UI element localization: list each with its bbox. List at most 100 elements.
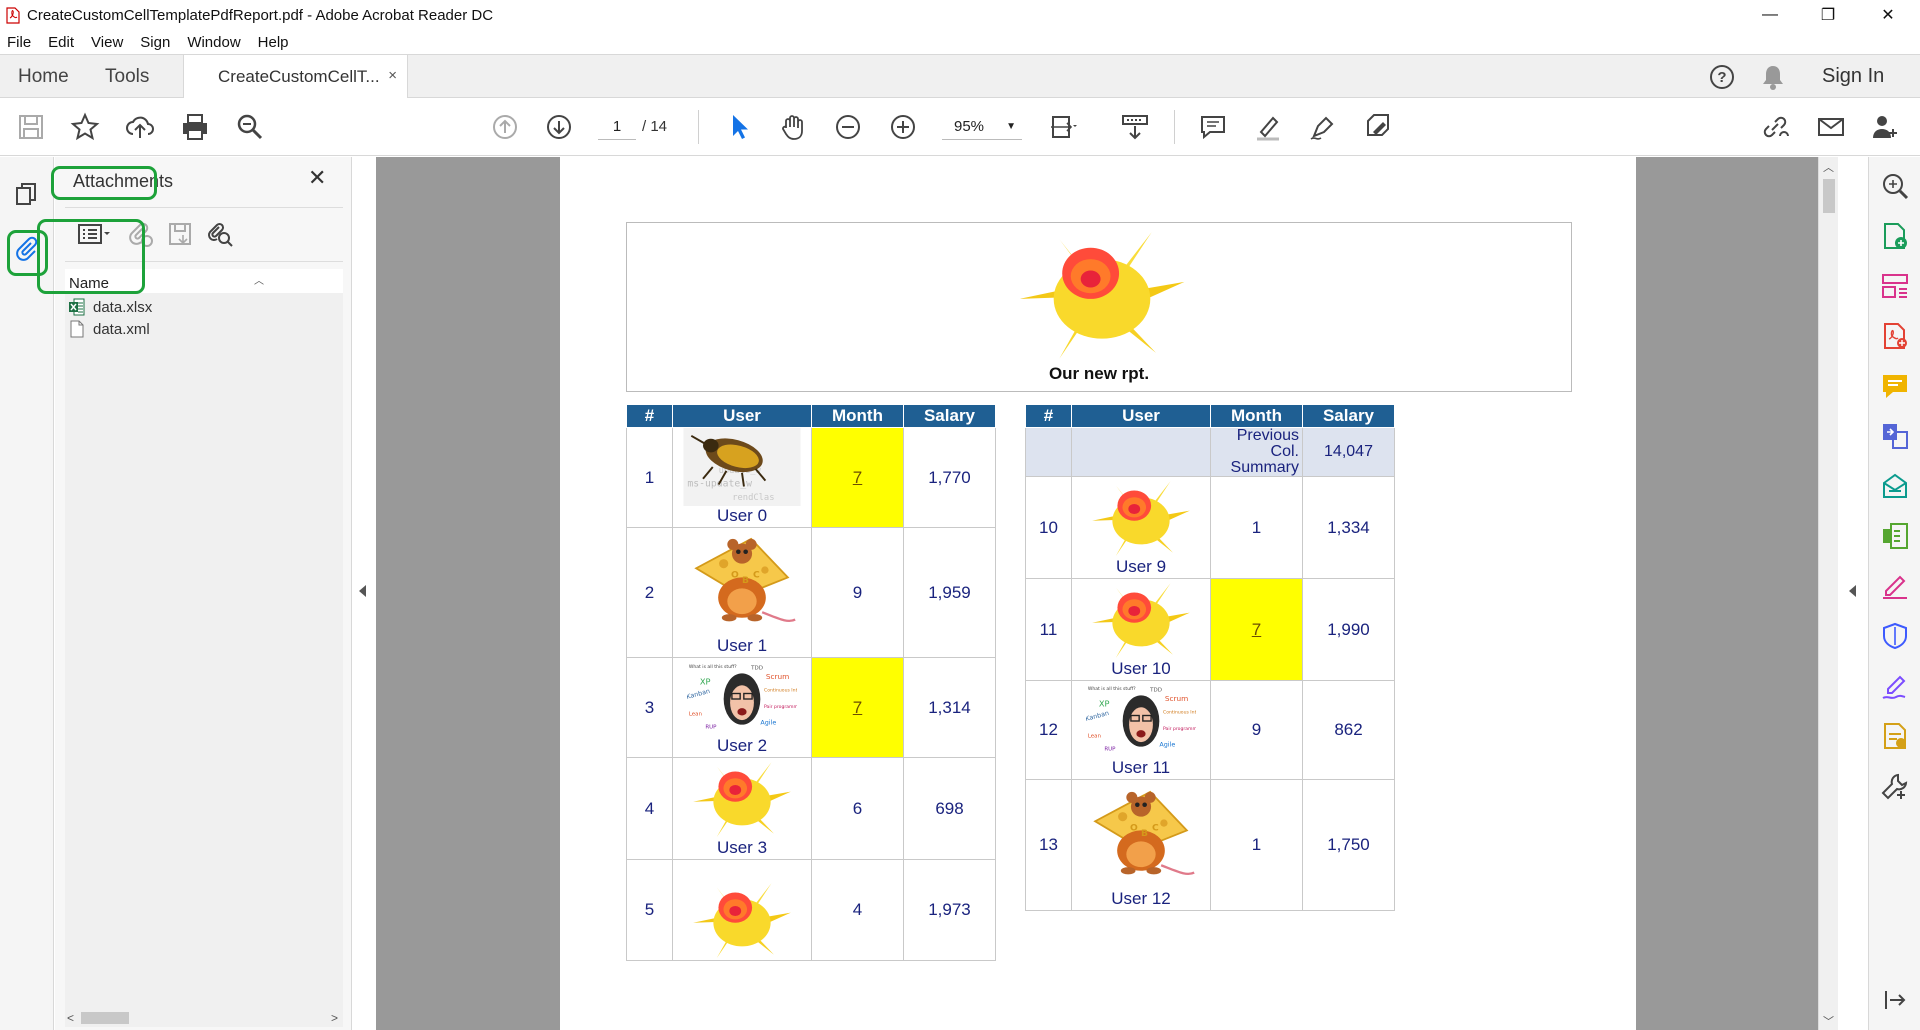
close-window-button[interactable]: ✕ (1860, 0, 1916, 30)
request-signature-icon[interactable] (1880, 671, 1910, 701)
month-cell: 7 (1210, 578, 1303, 681)
list-item[interactable]: data.xlsx (69, 295, 152, 319)
row-number: 10 (1025, 476, 1072, 579)
column-header-label: Name (69, 275, 110, 292)
document-viewport[interactable]: Our new rpt. # User Month Salary 1 class… (376, 157, 1818, 1030)
save-icon[interactable] (14, 110, 48, 144)
horizontal-scrollbar[interactable]: < > (65, 1009, 343, 1027)
column-header-name[interactable]: Name ︿ (65, 269, 343, 293)
tab-tools[interactable]: Tools (105, 55, 149, 98)
close-tab-button[interactable]: × (388, 67, 397, 84)
combine-files-icon[interactable] (1880, 421, 1910, 451)
close-panel-button[interactable]: ✕ (308, 165, 326, 191)
page-number-input[interactable]: 1 (598, 114, 636, 140)
pdf-file-icon (6, 6, 20, 24)
attachments-paperclip-icon[interactable] (8, 229, 46, 267)
zoom-out-icon[interactable] (831, 110, 865, 144)
pdf-page: Our new rpt. # User Month Salary 1 class… (560, 157, 1636, 1030)
search-attachment-icon[interactable] (205, 219, 235, 249)
prepare-form-icon[interactable] (1880, 721, 1910, 751)
more-tools-wrench-icon[interactable] (1880, 771, 1910, 801)
table-row: 12 What is all this stuff? TDD XP Scrum … (1025, 680, 1395, 780)
protect-shield-icon[interactable] (1880, 621, 1910, 651)
month-value: 4 (852, 900, 863, 919)
create-pdf-icon[interactable] (1880, 321, 1910, 351)
tab-bar: Home Tools CreateCustomCellT... × ? Sign… (0, 54, 1920, 99)
cloud-upload-icon[interactable] (123, 110, 157, 144)
scroll-up-arrow-icon[interactable]: ︿ (1823, 159, 1834, 175)
salary-cell: 1,973 (903, 859, 996, 961)
fit-page-icon[interactable] (1046, 110, 1080, 144)
column-header-number: # (1025, 404, 1072, 428)
hand-tool-icon[interactable] (776, 110, 810, 144)
right-panel-collapse-gutter[interactable] (1838, 157, 1868, 1030)
search-zoom-icon[interactable] (233, 110, 267, 144)
options-list-icon[interactable] (73, 219, 115, 249)
notifications-bell-icon[interactable] (1760, 55, 1786, 98)
collapse-tools-pane-icon[interactable] (1880, 985, 1910, 1015)
attachment-file-name: data.xml (93, 320, 150, 338)
salary-cell: 862 (1302, 680, 1395, 780)
email-icon[interactable] (1814, 110, 1848, 144)
svg-text:Agile: Agile (1159, 741, 1175, 749)
menu-sign[interactable]: Sign (140, 34, 170, 51)
page-thumbnails-icon[interactable] (8, 175, 46, 213)
organize-pages-icon[interactable] (1880, 271, 1910, 301)
menu-window[interactable]: Window (187, 34, 240, 51)
menu-help[interactable]: Help (258, 34, 289, 51)
scroll-down-arrow-icon[interactable]: ﹀ (1823, 1013, 1834, 1029)
vertical-scrollbar[interactable]: ︿ ﹀ (1818, 157, 1838, 1030)
send-for-review-icon[interactable] (1880, 471, 1910, 501)
zoom-level-select[interactable]: 95% ▼ (942, 114, 1022, 140)
select-arrow-icon[interactable] (722, 110, 756, 144)
minimize-button[interactable]: — (1742, 0, 1798, 30)
print-icon[interactable] (178, 110, 212, 144)
draw-pen-icon[interactable] (1306, 110, 1340, 144)
bookmark-star-icon[interactable] (68, 110, 102, 144)
svg-text:XP: XP (700, 676, 711, 686)
scrollbar-thumb[interactable] (81, 1012, 129, 1024)
menu-bar: File Edit View Sign Window Help (0, 30, 1920, 54)
zoom-search-tool-icon[interactable] (1880, 171, 1910, 201)
add-user-icon[interactable] (1868, 110, 1902, 144)
save-attachment-icon[interactable] (165, 219, 195, 249)
expand-right-panel-arrow-icon[interactable] (1849, 585, 1856, 597)
menu-edit[interactable]: Edit (48, 34, 74, 51)
attachments-panel: Attachments ✕ Name ︿ data.xlsx data.xml … (55, 157, 352, 1030)
export-pdf-icon[interactable] (1880, 221, 1910, 251)
month-cell: 4 (811, 859, 904, 961)
svg-text:Scrum: Scrum (1165, 694, 1188, 703)
next-page-icon[interactable] (542, 110, 576, 144)
restore-button[interactable]: ❐ (1800, 0, 1856, 30)
list-item[interactable]: data.xml (69, 317, 150, 341)
tab-home[interactable]: Home (18, 55, 69, 98)
share-link-icon[interactable] (1758, 110, 1792, 144)
scroll-mode-icon[interactable] (1118, 110, 1152, 144)
svg-text:XP: XP (1099, 698, 1110, 708)
sort-caret-icon: ︿ (254, 276, 264, 287)
help-icon[interactable]: ? (1708, 55, 1736, 98)
column-header-user: User (1071, 404, 1211, 428)
zoom-in-icon[interactable] (886, 110, 920, 144)
daffodil-image (693, 883, 791, 959)
panel-divider (65, 207, 343, 208)
summary-empty-cell (1071, 427, 1211, 477)
previous-page-icon[interactable] (488, 110, 522, 144)
add-attachment-icon[interactable] (125, 219, 155, 249)
menu-view[interactable]: View (91, 34, 123, 51)
sign-in-button[interactable]: Sign In (1822, 55, 1884, 98)
tab-document[interactable]: CreateCustomCellT... × (183, 55, 408, 99)
scrollbar-thumb[interactable] (1823, 179, 1835, 213)
scroll-left-arrow-icon[interactable]: < (67, 1009, 74, 1027)
menu-file[interactable]: File (7, 34, 31, 51)
comment-tool-icon[interactable] (1880, 371, 1910, 401)
left-panel-collapse-gutter[interactable] (352, 157, 376, 1030)
main-toolbar: 1 / 14 95% ▼ (0, 98, 1920, 156)
compress-pdf-icon[interactable] (1880, 521, 1910, 551)
comment-icon[interactable] (1196, 110, 1230, 144)
collapse-left-arrow-icon[interactable] (359, 585, 366, 597)
fill-and-sign-icon[interactable] (1880, 571, 1910, 601)
highlight-pen-icon[interactable] (1251, 110, 1285, 144)
fill-sign-icon[interactable] (1361, 110, 1395, 144)
scroll-right-arrow-icon[interactable]: > (331, 1009, 338, 1027)
